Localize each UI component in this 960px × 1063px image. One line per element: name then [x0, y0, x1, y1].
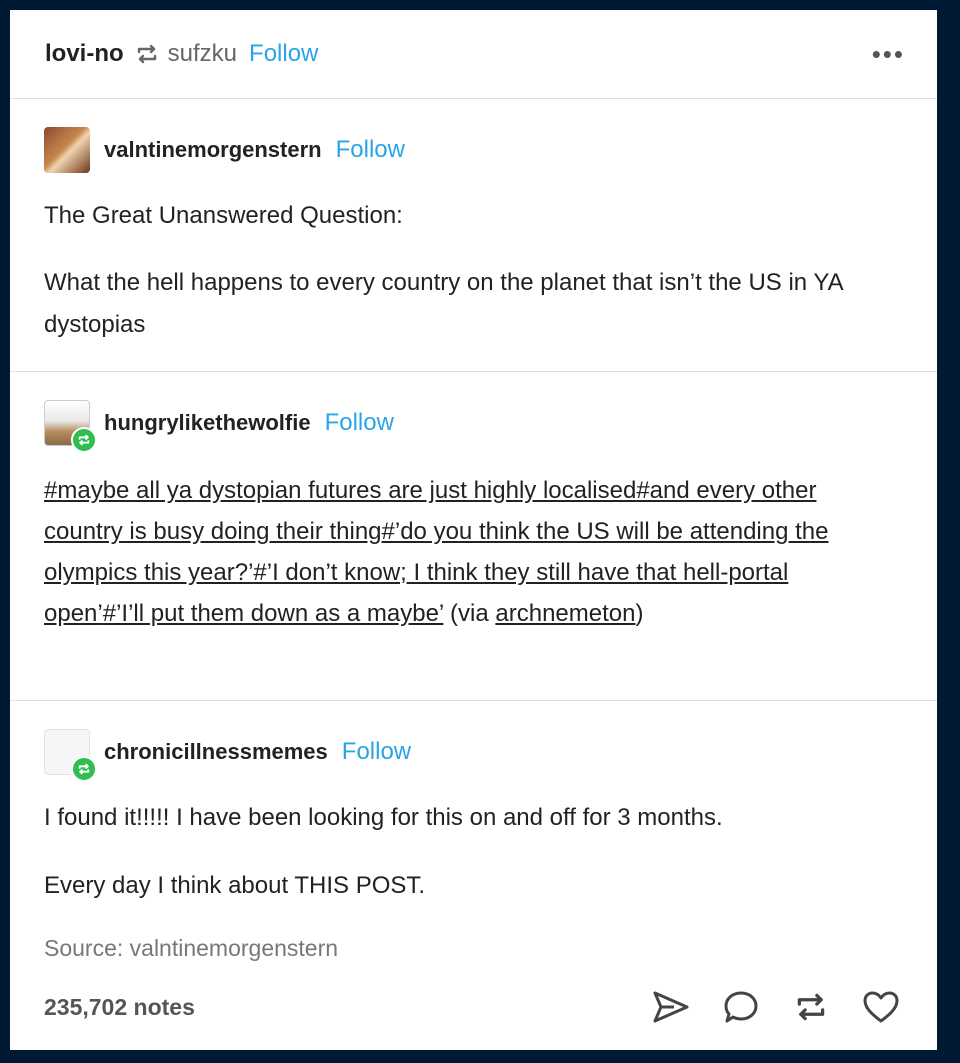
post-text: What the hell happens to every country o… — [44, 269, 843, 338]
more-icon[interactable]: ••• — [872, 39, 905, 70]
share-icon[interactable] — [649, 985, 693, 1029]
reblog-badge-icon — [71, 427, 97, 453]
avatar[interactable] — [44, 127, 90, 173]
tag-link[interactable]: #’I’ll put them down as a maybe’ — [103, 600, 444, 627]
reblog-badge-icon — [71, 756, 97, 782]
author-username[interactable]: chronicillnessmemes — [104, 739, 328, 765]
tag-list: #maybe all ya dystopian futures are just… — [44, 470, 889, 634]
post-author-row: chronicillnessmemes Follow — [44, 701, 903, 782]
reblog-post: hungrylikethewolfie Follow #maybe all ya… — [10, 372, 937, 701]
post-card: lovi-no sufzku Follow ••• valntinemorgen… — [10, 10, 937, 1050]
reblog-post: chronicillnessmemes Follow I found it!!!… — [10, 701, 937, 962]
reblogger-username[interactable]: lovi-no — [45, 40, 124, 68]
notes-count[interactable]: 235,702 notes — [44, 994, 195, 1021]
reply-icon[interactable] — [719, 985, 763, 1029]
post-author-row: valntinemorgenstern Follow — [44, 99, 903, 173]
post-footer: 235,702 notes — [44, 985, 903, 1029]
source-username[interactable]: sufzku — [168, 40, 237, 68]
via-prefix: (via — [443, 600, 496, 627]
avatar[interactable] — [44, 729, 97, 782]
via-suffix: ) — [635, 600, 644, 627]
post-header: lovi-no sufzku Follow ••• — [10, 10, 937, 99]
follow-button[interactable]: Follow — [336, 136, 405, 164]
post-text: The Great Unanswered Question: — [44, 202, 403, 229]
follow-button[interactable]: Follow — [325, 409, 394, 437]
original-post: valntinemorgenstern Follow The Great Una… — [10, 99, 937, 372]
author-username[interactable]: valntinemorgenstern — [104, 137, 322, 163]
action-bar — [649, 985, 903, 1029]
reblog-icon[interactable] — [789, 985, 833, 1029]
avatar[interactable] — [44, 400, 97, 453]
author-username[interactable]: hungrylikethewolfie — [104, 410, 311, 436]
follow-button[interactable]: Follow — [249, 40, 318, 68]
tag-link[interactable]: #maybe all ya dystopian futures are just… — [44, 477, 636, 504]
via-user-link[interactable]: archnemeton — [495, 600, 635, 627]
follow-button[interactable]: Follow — [342, 738, 411, 766]
post-author-row: hungrylikethewolfie Follow — [44, 372, 903, 453]
post-text: Every day I think about THIS POST. — [44, 872, 426, 899]
source-attribution[interactable]: Source: valntinemorgenstern — [44, 935, 903, 962]
reblog-icon — [134, 43, 160, 65]
post-text: I found it!!!!! I have been looking for … — [44, 804, 723, 831]
heart-icon[interactable] — [859, 985, 903, 1029]
